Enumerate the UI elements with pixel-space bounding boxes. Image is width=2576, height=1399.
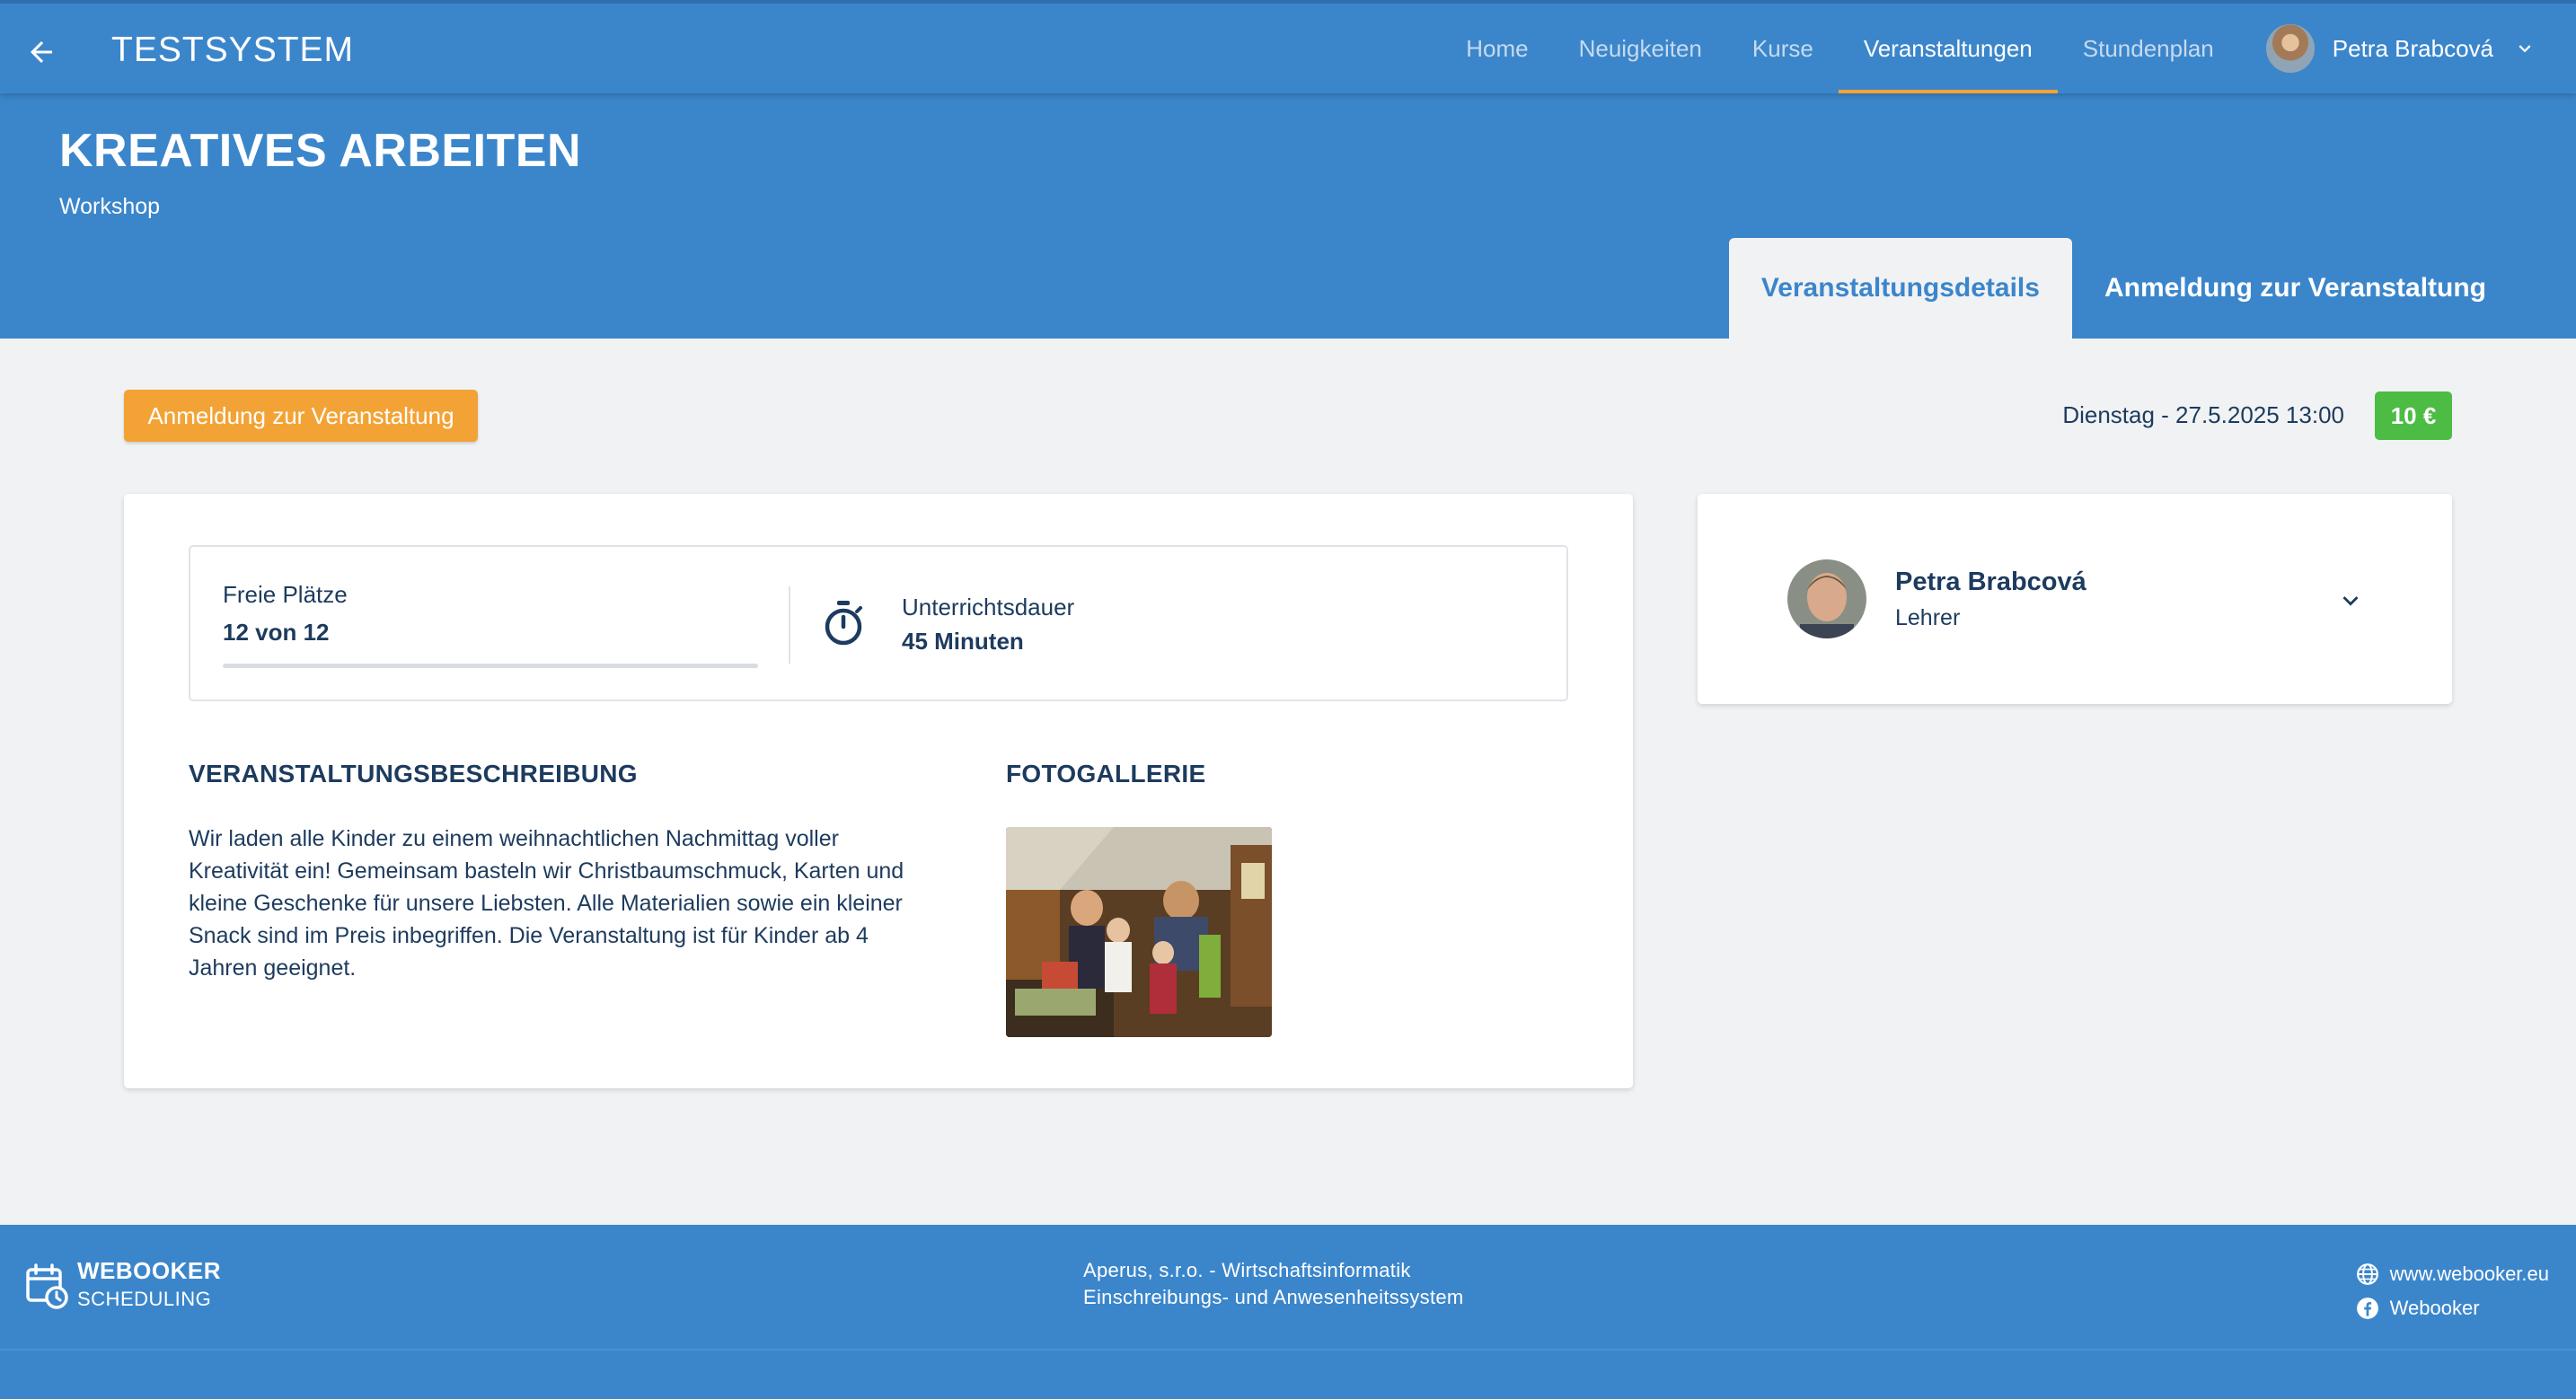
event-tabs: Veranstaltungsdetails Anmeldung zur Vera…	[1728, 238, 2576, 339]
footer-links: www.webooker.eu Webooker	[2356, 1257, 2549, 1325]
gallery-heading: FOTOGALLERIE	[1006, 760, 1206, 787]
page-header: KREATIVES ARBEITEN Workshop Veranstaltun…	[0, 93, 2576, 339]
footer: WEBOOKER SCHEDULING Aperus, s.r.o. - Wir…	[0, 1225, 2576, 1399]
register-button[interactable]: Anmeldung zur Veranstaltung	[124, 390, 478, 442]
seats-progress-bar	[223, 664, 758, 668]
duration-value: 45 Minuten	[902, 628, 1024, 655]
facebook-icon	[2356, 1298, 2378, 1319]
teacher-card[interactable]: Petra Brabcová Lehrer	[1698, 494, 2452, 704]
free-seats-label: Freie Plätze	[223, 581, 348, 608]
description-heading: VERANSTALTUNGSBESCHREIBUNG	[189, 760, 638, 787]
footer-brand: WEBOOKER	[77, 1257, 221, 1284]
price-badge: 10 €	[2375, 392, 2452, 440]
description-text: Wir laden alle Kinder zu einem weihnacht…	[189, 826, 904, 981]
calendar-clock-icon	[26, 1263, 68, 1309]
nav-courses[interactable]: Kurse	[1727, 4, 1839, 93]
info-divider	[789, 586, 790, 664]
page-subtitle: Workshop	[59, 194, 161, 219]
user-menu[interactable]: Petra Brabcová	[2265, 4, 2536, 93]
tab-event-registration[interactable]: Anmeldung zur Veranstaltung	[2072, 238, 2519, 339]
globe-icon	[2356, 1263, 2378, 1285]
gallery-photo[interactable]	[1006, 827, 1272, 1037]
nav-timetable[interactable]: Stundenplan	[2058, 4, 2239, 93]
footer-website-link[interactable]: www.webooker.eu	[2356, 1257, 2549, 1291]
nav-home[interactable]: Home	[1441, 4, 1553, 93]
app-title: TESTSYSTEM	[111, 31, 355, 69]
footer-facebook-link[interactable]: Webooker	[2356, 1291, 2549, 1325]
user-name: Petra Brabcová	[2332, 34, 2493, 62]
chevron-down-icon[interactable]	[2335, 585, 2366, 616]
nav-news[interactable]: Neuigkeiten	[1554, 4, 1727, 93]
event-details-card: Freie Plätze 12 von 12 Unterrichtsdauer …	[124, 494, 1633, 1088]
footer-company: Aperus, s.r.o. - Wirtschaftsinformatik	[1083, 1259, 1411, 1281]
top-navigation-bar: TESTSYSTEM Home Neuigkeiten Kurse Verans…	[0, 0, 2576, 93]
footer-brand-sub: SCHEDULING	[77, 1288, 212, 1310]
gallery-photo-image	[1006, 827, 1272, 1037]
tab-event-details[interactable]: Veranstaltungsdetails	[1728, 238, 2072, 339]
event-info-box: Freie Plätze 12 von 12 Unterrichtsdauer …	[189, 545, 1568, 701]
main-nav: Home Neuigkeiten Kurse Veranstaltungen S…	[1441, 4, 2576, 93]
teacher-avatar	[1787, 559, 1866, 638]
free-seats-value: 12 von 12	[223, 619, 330, 646]
footer-divider	[0, 1349, 2576, 1351]
teacher-name: Petra Brabcová	[1895, 568, 2086, 596]
duration-label: Unterrichtsdauer	[902, 594, 1075, 620]
user-avatar	[2265, 24, 2315, 73]
footer-website-label: www.webooker.eu	[2389, 1263, 2549, 1285]
stopwatch-icon	[825, 601, 862, 646]
footer-system: Einschreibungs- und Anwesenheitssystem	[1083, 1286, 1464, 1308]
chevron-down-icon	[2519, 45, 2531, 53]
page-title: KREATIVES ARBEITEN	[59, 125, 582, 177]
teacher-role: Lehrer	[1895, 605, 1961, 630]
nav-events[interactable]: Veranstaltungen	[1838, 4, 2058, 93]
arrow-left-icon	[31, 41, 52, 63]
event-date: Dienstag - 27.5.2025 13:00	[2062, 401, 2344, 428]
footer-facebook-label: Webooker	[2389, 1297, 2480, 1319]
back-button[interactable]	[20, 31, 63, 74]
